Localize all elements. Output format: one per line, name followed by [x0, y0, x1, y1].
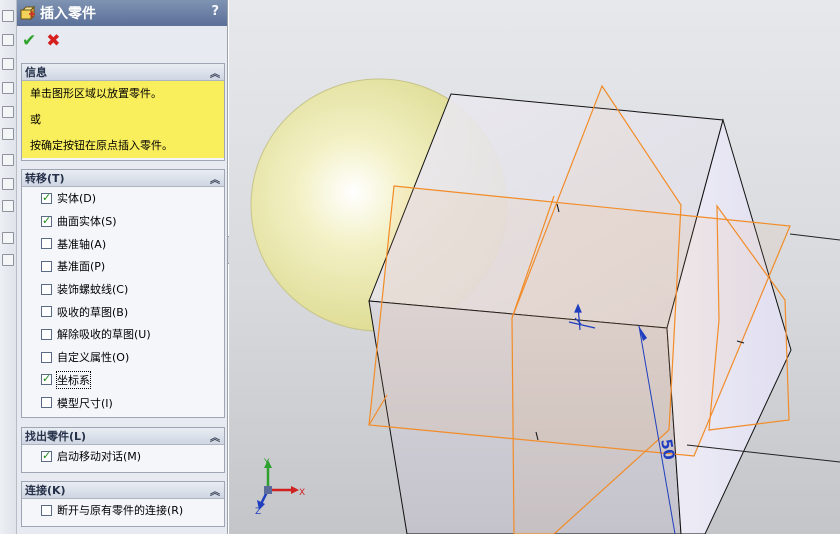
- toolbar-tool-icon[interactable]: [2, 232, 14, 244]
- graphics-area[interactable]: 50 Y X Z: [229, 0, 840, 534]
- property-manager-title-bar: 插入零件 ?: [17, 0, 227, 26]
- transfer-group-title: 转移(T): [25, 172, 65, 185]
- option-label: 模型尺寸(I): [57, 396, 113, 410]
- toolbar-tool-icon[interactable]: [2, 82, 14, 94]
- triad-x-label: X: [299, 488, 305, 498]
- option-cosmetic-threads[interactable]: 装饰螺蚊线(C): [22, 278, 224, 301]
- info-group-header[interactable]: 信息 ︽: [22, 64, 224, 81]
- option-label: 装饰螺蚊线(C): [57, 283, 129, 297]
- collapse-chevron-icon[interactable]: ︽: [210, 429, 220, 444]
- axis-triad: Y X Z: [255, 458, 305, 517]
- option-label: 解除吸收的草图(U): [57, 328, 151, 342]
- transfer-options-list: 实体(D) 曲面实体(S) 基准轴(A) 基准面(P) 装饰螺蚊线(C) 吸收的…: [22, 187, 224, 414]
- toolbar-tool-icon[interactable]: [2, 58, 14, 70]
- option-planes[interactable]: 基准面(P): [22, 255, 224, 278]
- toolbar-tool-icon[interactable]: [2, 10, 14, 22]
- option-coordinate-systems[interactable]: 坐标系: [22, 369, 224, 392]
- insert-part-icon: [20, 5, 36, 21]
- toolbar-tool-icon[interactable]: [2, 178, 14, 190]
- info-message: 单击图形区域以放置零件。 或 按确定按钮在原点插入零件。: [22, 81, 224, 158]
- checkbox[interactable]: [41, 306, 52, 318]
- checkbox[interactable]: [41, 191, 52, 204]
- option-model-dimensions[interactable]: 模型尺寸(I): [22, 391, 224, 414]
- checkbox[interactable]: [41, 328, 52, 340]
- option-label: 启动移动对话(M): [57, 450, 142, 464]
- help-button[interactable]: ?: [211, 4, 219, 19]
- checkbox[interactable]: [41, 397, 52, 409]
- toolbar-tool-icon[interactable]: [2, 200, 14, 212]
- checkbox[interactable]: [41, 449, 52, 462]
- transfer-group: 转移(T) ︽ 实体(D) 曲面实体(S) 基准轴(A) 基准面(P) 装饰螺蚊…: [21, 169, 225, 418]
- option-axes[interactable]: 基准轴(A): [22, 232, 224, 255]
- locate-part-group-header[interactable]: 找出零件(L) ︽: [22, 428, 224, 445]
- info-line: 或: [30, 113, 41, 126]
- option-absorbed-sketches[interactable]: 吸收的草图(B): [22, 300, 224, 323]
- option-label: 坐标系: [56, 370, 91, 389]
- locate-part-group: 找出零件(L) ︽ 启动移动对话(M): [21, 427, 225, 473]
- property-manager: 插入零件 ? ✔ ✖ 信息 ︽ 单击图形区域以放置零件。 或 按确定按钮在原点插…: [17, 0, 228, 534]
- option-launch-move-dialog[interactable]: 启动移动对话(M): [22, 445, 224, 468]
- toolbar-tool-icon[interactable]: [2, 106, 14, 118]
- option-label: 自定义属性(O): [57, 351, 130, 365]
- checkbox[interactable]: [41, 238, 52, 250]
- option-label: 断开与原有零件的连接(R): [57, 504, 184, 518]
- triad-y-label: Y: [263, 458, 270, 468]
- toolbar-tool-icon[interactable]: [2, 34, 14, 46]
- option-label: 基准面(P): [57, 260, 106, 274]
- link-group-title: 连接(K): [25, 484, 66, 497]
- transfer-group-header[interactable]: 转移(T) ︽: [22, 170, 224, 187]
- locate-part-group-title: 找出零件(L): [25, 430, 87, 443]
- info-line: 单击图形区域以放置零件。: [30, 87, 162, 100]
- toolbar-tool-icon[interactable]: [2, 154, 14, 166]
- collapse-chevron-icon[interactable]: ︽: [210, 65, 220, 80]
- toolbar-tool-icon[interactable]: [2, 128, 14, 140]
- collapse-chevron-icon[interactable]: ︽: [210, 483, 220, 498]
- axis-line: [789, 233, 840, 241]
- option-solid-bodies[interactable]: 实体(D): [22, 187, 224, 210]
- checkbox[interactable]: [41, 351, 52, 363]
- checkbox[interactable]: [41, 260, 52, 272]
- info-group: 信息 ︽ 单击图形区域以放置零件。 或 按确定按钮在原点插入零件。: [21, 63, 225, 161]
- checkbox[interactable]: [41, 504, 52, 516]
- checkbox[interactable]: [41, 214, 52, 227]
- option-label: 基准轴(A): [57, 237, 107, 251]
- option-label: 曲面实体(S): [57, 215, 117, 229]
- info-line: 按确定按钮在原点插入零件。: [30, 139, 173, 152]
- command-toolbar-strip: [0, 0, 17, 534]
- cancel-button[interactable]: ✖: [46, 32, 60, 50]
- collapse-chevron-icon[interactable]: ︽: [210, 171, 220, 186]
- option-custom-properties[interactable]: 自定义属性(O): [22, 346, 224, 369]
- option-surface-bodies[interactable]: 曲面实体(S): [22, 210, 224, 233]
- ok-button[interactable]: ✔: [22, 32, 36, 50]
- link-group-header[interactable]: 连接(K) ︽: [22, 482, 224, 499]
- info-group-title: 信息: [25, 66, 47, 79]
- checkbox[interactable]: [41, 372, 52, 386]
- option-label: 吸收的草图(B): [57, 305, 129, 319]
- model-scene: 50 Y X Z: [250, 78, 840, 534]
- confirm-row: ✔ ✖: [17, 26, 227, 56]
- property-manager-title: 插入零件: [40, 6, 96, 22]
- checkbox[interactable]: [41, 283, 52, 295]
- option-break-link[interactable]: 断开与原有零件的连接(R): [22, 499, 224, 522]
- option-label: 实体(D): [57, 192, 97, 206]
- option-unabsorbed-sketches[interactable]: 解除吸收的草图(U): [22, 323, 224, 346]
- triad-z-label: Z: [255, 507, 261, 517]
- link-group: 连接(K) ︽ 断开与原有零件的连接(R): [21, 481, 225, 527]
- toolbar-tool-icon[interactable]: [2, 254, 14, 266]
- dimension-value: 50: [657, 438, 678, 462]
